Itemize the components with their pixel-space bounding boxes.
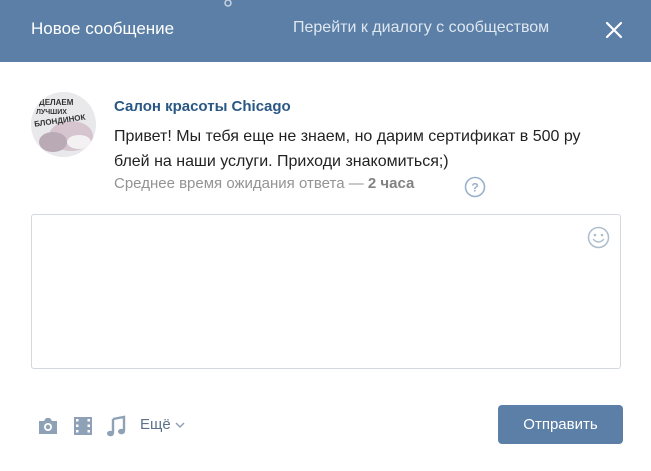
dialog-header: Новое сообщение Перейти к диалогу с сооб… — [0, 0, 651, 62]
dialog-title: Новое сообщение — [31, 19, 175, 38]
go-to-community-dialog-link[interactable]: Перейти к диалогу с сообществом — [293, 19, 549, 37]
chevron-down-icon — [175, 422, 185, 429]
close-icon[interactable] — [601, 17, 627, 43]
response-time-info: Среднее время ожидания ответа — 2 часа — [114, 175, 414, 192]
response-time-label: Среднее время ожидания ответа — — [114, 175, 364, 192]
new-message-dialog: Новое сообщение Перейти к диалогу с сооб… — [0, 0, 651, 471]
send-button[interactable]: Отправить — [498, 405, 623, 444]
loading-indicator-icon — [224, 0, 232, 7]
music-note-icon[interactable] — [105, 414, 127, 438]
smile-icon[interactable] — [587, 226, 610, 249]
avatar-text-1: ДЕЛАЕМ — [39, 98, 74, 107]
greeting-message: Привет! Мы тебя еще не знаем, но дарим с… — [114, 128, 581, 170]
response-time-value: 2 часа — [367, 175, 415, 192]
more-label: Ещё — [140, 416, 171, 433]
camera-icon[interactable] — [36, 414, 60, 438]
film-icon[interactable] — [72, 414, 94, 438]
message-input[interactable] — [31, 214, 621, 369]
more-attachments-dropdown[interactable]: Ещё — [140, 416, 185, 433]
svg-text:?: ? — [471, 181, 478, 195]
question-icon[interactable]: ? — [464, 176, 486, 198]
group-name-link[interactable]: Салон красоты Chicago — [114, 98, 291, 115]
group-avatar[interactable]: ДЕЛАЕМ ЛУЧШИХ БЛОНДИНОК — [31, 92, 96, 157]
